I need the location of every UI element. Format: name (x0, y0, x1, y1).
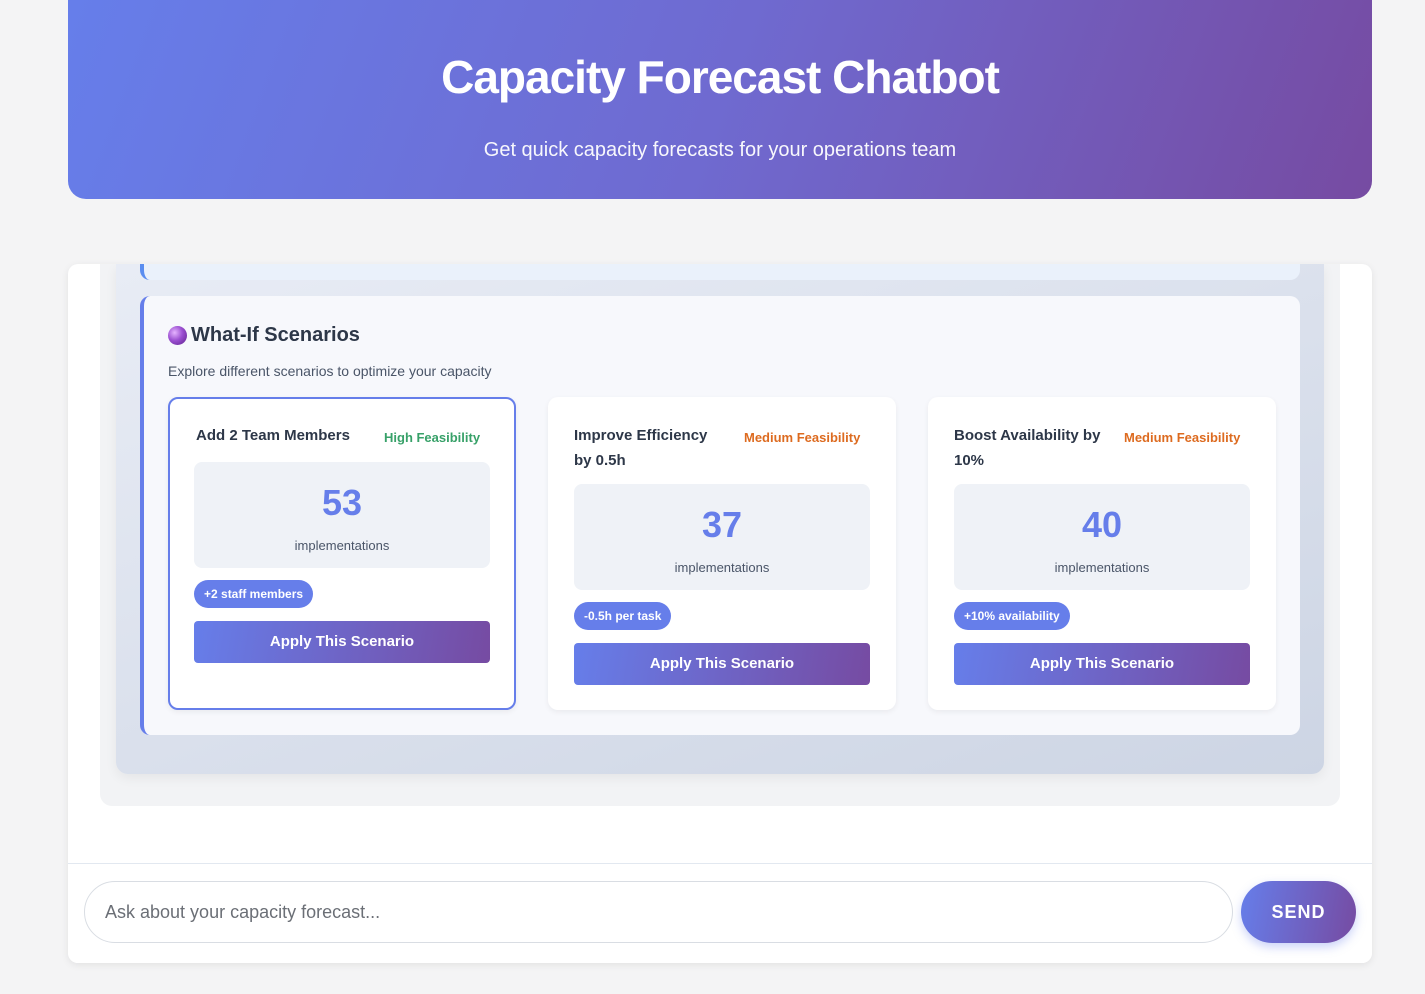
feasibility-badge: Medium Feasibility (744, 430, 861, 445)
feasibility-badge: Medium Feasibility (1124, 430, 1241, 445)
forecast-value: 53 (321, 482, 363, 523)
chat-input-bar: SEND (68, 863, 1372, 963)
change-chip: +2 staff members (194, 580, 314, 608)
change-chip: -0.5h per task (574, 602, 672, 630)
page-header: Capacity Forecast Chatbot Get quick capa… (68, 0, 1372, 199)
scenario-card[interactable]: Add 2 Team Members High Feasibility 53 i… (168, 397, 516, 710)
feasibility-badge: High Feasibility (384, 430, 481, 445)
forecast-value: 40 (1081, 504, 1123, 545)
send-button[interactable]: SEND (1241, 881, 1356, 943)
what-if-scenarios-section: What-If Scenarios Explore different scen… (140, 296, 1300, 735)
apply-scenario-button[interactable]: Apply This Scenario (954, 643, 1250, 685)
scenarios-heading: What-If Scenarios (168, 324, 360, 347)
forecast-stat: 40 implementations (954, 484, 1250, 590)
scenario-card[interactable]: Boost Availability by 10% Medium Feasibi… (928, 397, 1276, 710)
forecast-value: 37 (701, 504, 743, 545)
apply-scenario-button[interactable]: Apply This Scenario (194, 621, 490, 663)
page-subtitle: Get quick capacity forecasts for your op… (483, 139, 957, 161)
forecast-stat: 53 implementations (194, 462, 490, 568)
scenario-name: Boost Availability by 10% (954, 427, 1101, 469)
apply-scenario-button[interactable]: Apply This Scenario (574, 643, 870, 685)
scenarios-title: What-If Scenarios (191, 324, 360, 346)
bot-message: What-If Scenarios Explore different scen… (116, 264, 1324, 774)
forecast-unit: implementations (294, 538, 390, 553)
previous-section (140, 264, 1300, 280)
chat-container: What-If Scenarios Explore different scen… (68, 264, 1372, 963)
scenario-name: Improve Efficiency by 0.5h (574, 427, 708, 469)
forecast-unit: implementations (1054, 560, 1150, 575)
page-title: Capacity Forecast Chatbot (441, 51, 1000, 103)
crystal-ball-icon (168, 326, 187, 345)
messages-area[interactable]: What-If Scenarios Explore different scen… (100, 264, 1340, 806)
forecast-unit: implementations (674, 560, 770, 575)
scenario-name: Add 2 Team Members (196, 427, 350, 444)
forecast-stat: 37 implementations (574, 484, 870, 590)
scenarios-description: Explore different scenarios to optimize … (168, 363, 492, 379)
chat-input[interactable] (84, 881, 1233, 943)
change-chip: +10% availability (954, 602, 1070, 630)
scenario-card[interactable]: Improve Efficiency by 0.5h Medium Feasib… (548, 397, 896, 710)
